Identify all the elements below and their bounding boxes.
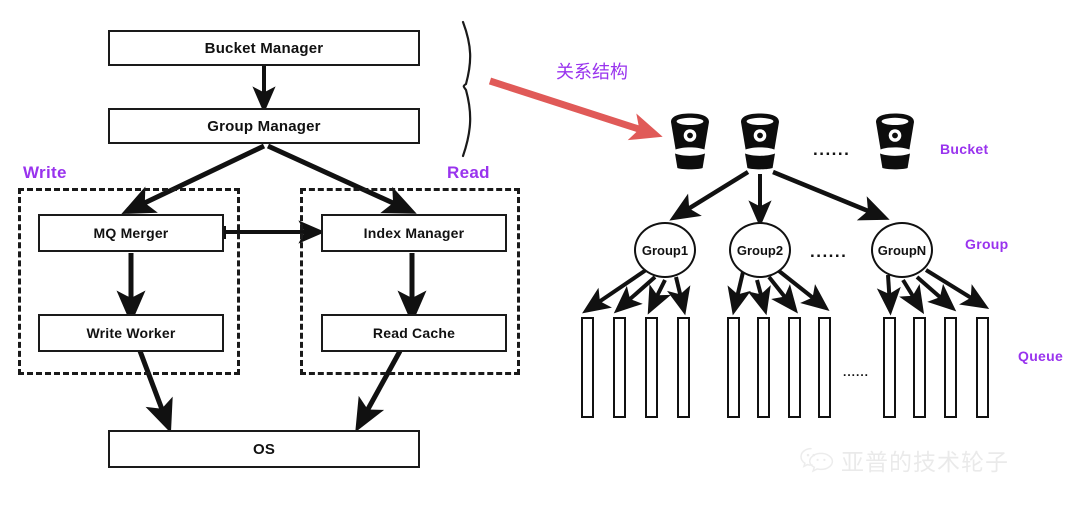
edge-group1-to-queue1 <box>582 268 648 314</box>
curly-brace <box>461 20 472 158</box>
edge-groupn-to-queue4 <box>924 268 990 310</box>
edge-group1-to-queue4 <box>667 276 691 316</box>
box-write-worker[interactable]: Write Worker <box>38 314 224 352</box>
watermark-text: 亚普的技术轮子 <box>841 450 1009 476</box>
label-read: Read <box>447 163 490 182</box>
queue-bar[interactable] <box>818 317 831 418</box>
queue-bar[interactable] <box>757 317 770 418</box>
queue-bar[interactable] <box>883 317 896 418</box>
wechat-icon <box>800 447 834 473</box>
queue-bar[interactable] <box>788 317 801 418</box>
box-mq-merger[interactable]: MQ Merger <box>38 214 224 252</box>
watermark: 亚普的技术轮子 <box>800 443 1009 477</box>
queue-bar[interactable] <box>581 317 594 418</box>
box-read-cache[interactable]: Read Cache <box>321 314 507 352</box>
box-os[interactable]: OS <box>108 430 420 468</box>
group-circle-n[interactable]: GroupN <box>871 222 933 278</box>
tier-label-queue: Queue <box>1018 348 1064 364</box>
edge-group2-to-queue3 <box>767 275 798 314</box>
annotation-relationship-structure: 关系结构 <box>556 62 628 83</box>
box-group-manager[interactable]: Group Manager <box>108 108 420 144</box>
queue-ellipsis: ...... <box>843 365 870 379</box>
edge-group1-to-queue3 <box>647 279 671 315</box>
diagram-canvas: Bucket Manager Group Manager Write Read … <box>0 0 1080 505</box>
bucket-icon-1[interactable] <box>669 113 711 170</box>
queue-bar[interactable] <box>913 317 926 418</box>
queue-bar[interactable] <box>613 317 626 418</box>
edge-bucket-to-group1 <box>669 170 750 221</box>
bucket-icon-2[interactable] <box>739 113 781 170</box>
queue-bar[interactable] <box>727 317 740 418</box>
red-pointer-arrow <box>488 77 663 141</box>
edge-groupn-to-queue2 <box>899 278 925 315</box>
tier-label-group: Group <box>965 236 1009 252</box>
bucket-ellipsis: ...... <box>813 140 851 159</box>
box-index-manager[interactable]: Index Manager <box>321 214 507 252</box>
edge-bucket-to-groupn <box>772 169 890 221</box>
queue-bar[interactable] <box>677 317 690 418</box>
bucket-icon-n[interactable] <box>874 113 916 170</box>
edge-group2-to-queue1 <box>727 271 751 316</box>
group-circle-2[interactable]: Group2 <box>729 222 791 278</box>
group-ellipsis: ...... <box>810 242 848 261</box>
edge-groupn-to-queue1 <box>876 274 901 316</box>
tier-label-bucket: Bucket <box>940 141 989 157</box>
queue-bar[interactable] <box>944 317 957 418</box>
group-circle-1[interactable]: Group1 <box>634 222 696 278</box>
queue-bar[interactable] <box>976 317 989 418</box>
box-bucket-manager[interactable]: Bucket Manager <box>108 30 420 66</box>
queue-bar[interactable] <box>645 317 658 418</box>
edge-group2-to-queue2 <box>747 279 771 316</box>
label-write: Write <box>23 163 67 182</box>
